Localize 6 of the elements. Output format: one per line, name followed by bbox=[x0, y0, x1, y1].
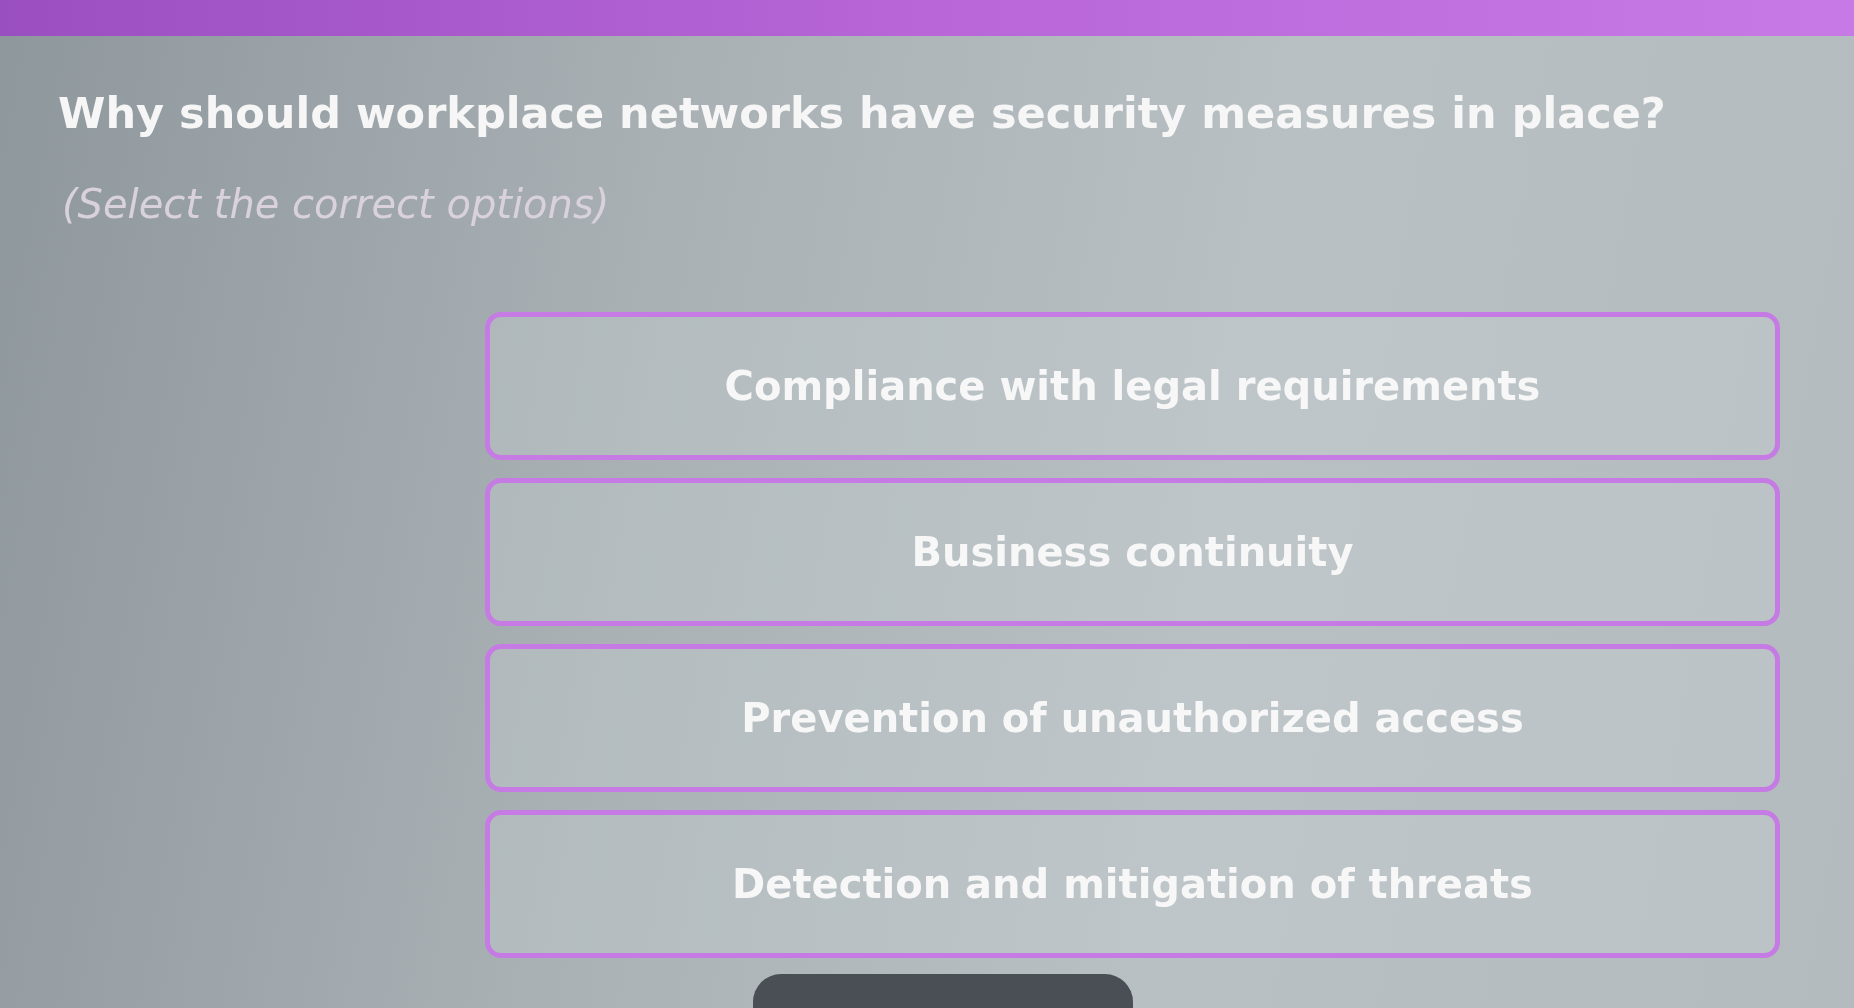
answer-option-button[interactable]: Compliance with legal requirements bbox=[485, 311, 1780, 460]
answer-option-button[interactable]: Prevention of unauthorized access bbox=[485, 643, 1780, 792]
instruction-text: (Select the correct options) bbox=[62, 179, 611, 228]
question-title: Why should workplace networks have security measures in place? bbox=[58, 88, 1667, 140]
answer-option-button[interactable]: Detection and mitigation of threats bbox=[485, 809, 1780, 958]
answer-option-button[interactable]: Business continuity bbox=[485, 477, 1780, 626]
